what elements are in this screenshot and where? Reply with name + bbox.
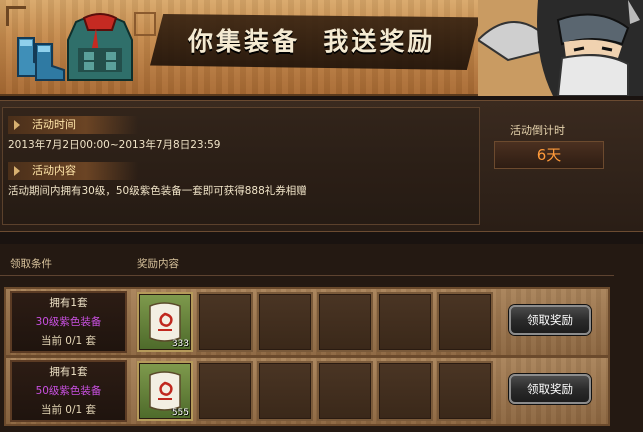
claim-reward-button[interactable]: 领取奖励 xyxy=(509,374,591,404)
claim-reward-button[interactable]: 领取奖励 xyxy=(509,305,591,335)
frame-corner xyxy=(6,6,26,26)
condition-box: 拥有1套 30级紫色装备 当前 0/1 套 xyxy=(10,291,127,353)
header-divider xyxy=(0,275,614,276)
item-count: 333 xyxy=(171,339,189,349)
reward-slot-filled[interactable]: 333 xyxy=(137,292,193,352)
reward-slot-empty xyxy=(197,292,253,352)
countdown-label: 活动倒计时 xyxy=(510,124,565,137)
event-content-value: 活动期间内拥有30级，50级紫色装备一套即可获得888礼券相赠 xyxy=(8,185,307,197)
condition-progress: 当前 0/1 套 xyxy=(40,404,97,416)
countdown-value: 6天 xyxy=(494,141,604,169)
event-content-label: 活动内容 xyxy=(8,162,138,180)
vest-icon xyxy=(67,13,133,81)
banner-title: 你集装备 我送奖励 xyxy=(188,27,436,56)
condition-requirement: 30级紫色装备 xyxy=(35,316,102,328)
reward-slot-empty xyxy=(257,292,313,352)
reward-slot-empty xyxy=(377,292,433,352)
reward-slot-empty xyxy=(317,292,373,352)
reward-row: 拥有1套 30级紫色装备 当前 0/1 套 333 领取奖励 xyxy=(4,287,610,357)
reward-row: 拥有1套 50级紫色装备 当前 0/1 套 555 领取奖励 xyxy=(4,356,610,426)
condition-own: 拥有1套 xyxy=(49,297,88,309)
boots-icon xyxy=(17,37,65,81)
coupon-scroll-icon xyxy=(149,302,181,342)
event-time-value: 2013年7月2日00:00~2013年7月8日23:59 xyxy=(8,139,221,151)
reward-slot-empty xyxy=(377,361,433,421)
condition-header: 领取条件 xyxy=(10,258,52,270)
event-time-label: 活动时间 xyxy=(8,116,138,134)
content-header: 奖励内容 xyxy=(137,258,179,270)
event-banner: 你集装备 我送奖励 xyxy=(0,0,643,96)
condition-own: 拥有1套 xyxy=(49,366,88,378)
right-strip xyxy=(614,244,643,432)
reward-slot-filled[interactable]: 555 xyxy=(137,361,193,421)
condition-box: 拥有1套 50级紫色装备 当前 0/1 套 xyxy=(10,360,127,422)
coupon-scroll-icon xyxy=(149,371,181,411)
condition-requirement: 50级紫色装备 xyxy=(35,385,102,397)
reward-slot-empty xyxy=(257,361,313,421)
reward-slot-empty xyxy=(197,361,253,421)
reward-slot-empty xyxy=(437,361,493,421)
reward-slot-empty xyxy=(437,292,493,352)
ninja-character-art xyxy=(478,0,643,96)
condition-progress: 当前 0/1 套 xyxy=(40,335,97,347)
item-count: 555 xyxy=(171,408,189,418)
reward-slot-empty xyxy=(317,361,373,421)
